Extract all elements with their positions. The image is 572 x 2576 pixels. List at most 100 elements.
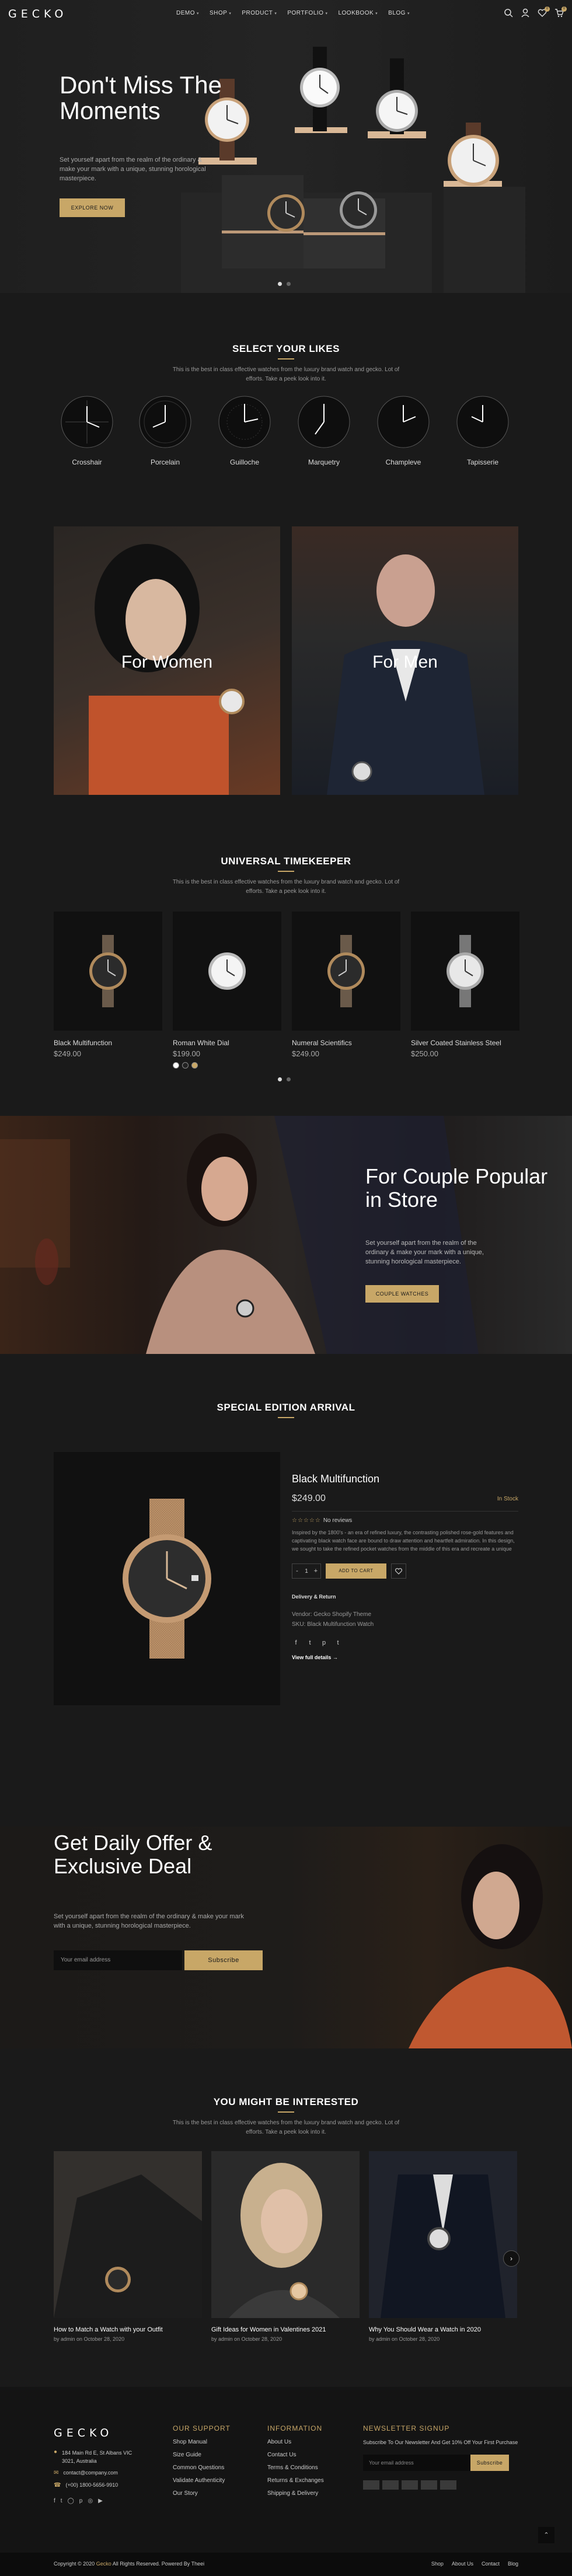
footer-phone[interactable]: (+00) 1800-5656-9910 xyxy=(65,2482,118,2488)
title-divider xyxy=(278,2111,294,2113)
category-marquetry[interactable]: Marquetry xyxy=(298,396,350,466)
color-swatch-white[interactable] xyxy=(173,1062,179,1069)
guilloche-dial-icon xyxy=(218,396,271,448)
footer-link[interactable]: Shop Manual xyxy=(173,2439,231,2445)
blog-post-meta: by admin on October 28, 2020 xyxy=(54,2336,125,2342)
marquetry-dial-icon xyxy=(298,396,350,448)
footer-link[interactable]: Returns & Exchanges xyxy=(267,2477,324,2484)
product-image[interactable] xyxy=(411,912,519,1031)
pinterest-icon[interactable]: p xyxy=(79,2498,83,2504)
slider-dot-2[interactable] xyxy=(287,1077,291,1081)
product-image[interactable] xyxy=(292,912,400,1031)
next-arrow-icon[interactable]: › xyxy=(503,2250,519,2267)
product-card[interactable]: Black Multifunction $249.00 xyxy=(54,912,162,1058)
logo[interactable]: GECKO xyxy=(8,8,67,20)
slider-dot-1[interactable] xyxy=(278,282,282,286)
color-swatch-black[interactable] xyxy=(182,1062,189,1069)
view-full-details-link[interactable]: View full details → xyxy=(292,1654,518,1660)
wishlist-heart-icon[interactable] xyxy=(391,1563,406,1579)
newsletter-subscribe-button[interactable]: Subscribe xyxy=(470,2455,509,2471)
delivery-return-link[interactable]: Delivery & Return xyxy=(292,1594,518,1600)
product-card[interactable]: Silver Coated Stainless Steel $250.00 xyxy=(411,912,519,1058)
search-icon[interactable] xyxy=(504,8,513,18)
blog-post-title[interactable]: How to Match a Watch with your Outfit xyxy=(54,2326,202,2333)
nav-label: DEMO xyxy=(176,10,195,16)
instagram-icon[interactable]: ◯ xyxy=(68,2498,74,2504)
twitter-icon[interactable]: t xyxy=(61,2498,62,2504)
blog-post-card[interactable]: Why You Should Wear a Watch in 2020 by a… xyxy=(369,2151,517,2342)
category-porcelain[interactable]: Porcelain xyxy=(139,396,191,466)
blog-post-card[interactable]: How to Match a Watch with your Outfit by… xyxy=(54,2151,202,2342)
share-icons: ftpt xyxy=(292,1637,518,1647)
nav-item-shop[interactable]: SHOP ▾ xyxy=(210,10,231,16)
nav-item-portfolio[interactable]: PORTFOLIO ▾ xyxy=(287,10,327,16)
back-to-top-arrow-icon[interactable]: ⌃ xyxy=(538,2527,554,2543)
bottom-link-blog[interactable]: Blog xyxy=(508,2561,518,2567)
nav-item-product[interactable]: PRODUCT ▾ xyxy=(242,10,277,16)
blog-post-title[interactable]: Gift Ideas for Women in Valentines 2021 xyxy=(211,2326,360,2333)
product-image[interactable] xyxy=(173,912,281,1031)
offer-subscribe-button[interactable]: Subscribe xyxy=(184,1950,263,1970)
color-swatch-gold[interactable] xyxy=(191,1062,198,1069)
product-name[interactable]: Silver Coated Stainless Steel xyxy=(411,1039,519,1047)
couple-watches-button[interactable]: COUPLE WATCHES xyxy=(365,1285,439,1303)
blog-post-card[interactable]: Gift Ideas for Women in Valentines 2021 … xyxy=(211,2151,360,2342)
slider-dot-2[interactable] xyxy=(287,282,291,286)
blog-post-image[interactable] xyxy=(54,2151,202,2318)
product-name[interactable]: Numeral Scientifics xyxy=(292,1039,400,1047)
nav-item-demo[interactable]: DEMO ▾ xyxy=(176,10,199,16)
twitter-icon[interactable]: t xyxy=(306,1639,314,1647)
increase-qty-button[interactable]: + xyxy=(311,1568,320,1575)
footer-link[interactable]: Contact Us xyxy=(267,2452,324,2458)
newsletter-email-input[interactable]: Your email address xyxy=(363,2455,470,2471)
add-to-cart-button[interactable]: ADD TO CART xyxy=(326,1563,386,1579)
slider-dot-1[interactable] xyxy=(278,1077,282,1081)
wishlist-heart-icon[interactable]: 0 xyxy=(538,6,550,18)
category-tapisserie[interactable]: Tapisserie xyxy=(456,396,509,466)
footer-logo[interactable]: GECKO xyxy=(54,2427,113,2439)
product-name[interactable]: Black Multifunction xyxy=(54,1039,162,1047)
offer-email-input[interactable]: Your email address xyxy=(54,1950,182,1970)
nav-item-blog[interactable]: BLOG ▾ xyxy=(388,10,410,16)
bottom-link-contact[interactable]: Contact xyxy=(482,2561,500,2567)
footer-link[interactable]: About Us xyxy=(267,2439,324,2445)
product-image[interactable] xyxy=(54,912,162,1031)
explore-now-button[interactable]: EXPLORE NOW xyxy=(60,198,125,217)
cart-icon[interactable]: 0 xyxy=(554,6,567,18)
footer-link[interactable]: Common Questions xyxy=(173,2465,231,2471)
category-champleve[interactable]: Champleve xyxy=(377,396,430,466)
reviews-count[interactable]: No reviews xyxy=(323,1517,352,1524)
pinterest-icon[interactable]: p xyxy=(320,1639,328,1647)
footer-email[interactable]: contact@company.com xyxy=(63,2470,118,2476)
quantity-value[interactable]: 1 xyxy=(302,1568,311,1575)
blog-post-image[interactable] xyxy=(211,2151,360,2318)
blog-post-title[interactable]: Why You Should Wear a Watch in 2020 xyxy=(369,2326,517,2333)
facebook-icon[interactable]: f xyxy=(54,2498,55,2504)
footer-link[interactable]: Terms & Conditions xyxy=(267,2465,324,2471)
category-crosshair[interactable]: Crosshair xyxy=(61,396,113,466)
dribbble-icon[interactable]: ◎ xyxy=(88,2498,93,2504)
banner-for-men[interactable]: For Men xyxy=(292,526,518,795)
footer-link[interactable]: Our Story xyxy=(173,2490,231,2497)
product-card[interactable]: Roman White Dial $199.00 xyxy=(173,912,281,1069)
banner-for-women[interactable]: For Women xyxy=(54,526,280,795)
special-product-image[interactable] xyxy=(54,1452,280,1705)
bottom-link-about[interactable]: About Us xyxy=(452,2561,473,2567)
facebook-icon[interactable]: f xyxy=(292,1639,300,1647)
blog-post-image[interactable] xyxy=(369,2151,517,2318)
product-card[interactable]: Numeral Scientifics $249.00 xyxy=(292,912,400,1058)
quantity-stepper[interactable]: - 1 + xyxy=(292,1563,321,1579)
bottom-link-shop[interactable]: Shop xyxy=(431,2561,444,2567)
nav-item-lookbook[interactable]: LOOKBOOK ▾ xyxy=(338,10,378,16)
user-icon[interactable] xyxy=(521,8,530,18)
title-divider xyxy=(278,871,294,872)
tumblr-icon[interactable]: t xyxy=(334,1639,342,1647)
youtube-icon[interactable]: ▶ xyxy=(98,2498,103,2504)
category-guilloche[interactable]: Guilloche xyxy=(218,396,271,466)
decrease-qty-button[interactable]: - xyxy=(292,1568,302,1575)
footer-link[interactable]: Shipping & Delivery xyxy=(267,2490,324,2497)
footer-link[interactable]: Size Guide xyxy=(173,2452,231,2458)
footer-link[interactable]: Validate Authenticity xyxy=(173,2477,231,2484)
copyright-brand-link[interactable]: Gecko xyxy=(96,2561,111,2567)
product-name[interactable]: Roman White Dial xyxy=(173,1039,281,1047)
